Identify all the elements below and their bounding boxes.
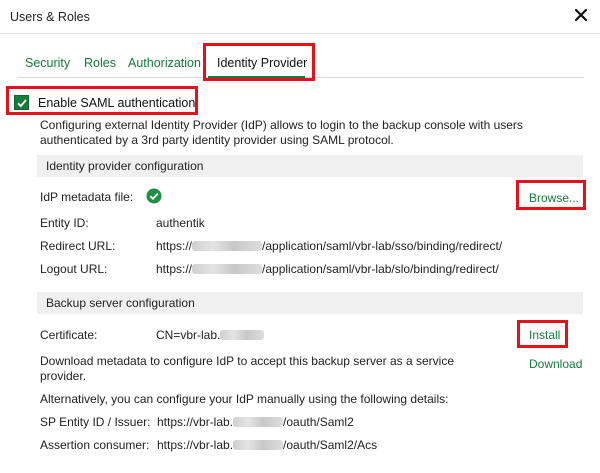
active-tab-indicator [208,76,305,78]
saml-description: Configuring external Identity Provider (… [40,118,523,147]
certificate-label: Certificate: [40,328,98,342]
checkmark-icon [17,99,27,108]
tab-authorization[interactable]: Authorization [128,56,201,70]
tab-identity-provider[interactable]: Identity Provider [217,56,307,70]
redirect-url-label: Redirect URL: [40,239,116,253]
browse-button[interactable]: Browse... [529,191,579,205]
tab-roles[interactable]: Roles [84,56,116,70]
check-circle-icon [146,188,162,204]
download-description: Download metadata to configure IdP to ac… [40,354,455,383]
redirect-url-value: https:///application/saml/vbr-lab/sso/bi… [156,239,503,253]
tab-security[interactable]: Security [25,56,70,70]
sp-entity-label: SP Entity ID / Issuer: [40,415,151,429]
idp-section-title: Identity provider configuration [46,159,204,173]
title-bar: Users & Roles [0,0,600,34]
redacted-host [192,264,263,274]
idp-metadata-label: IdP metadata file: [40,190,134,204]
idp-section-header: Identity provider configuration [37,155,583,177]
entity-id-label: Entity ID: [40,216,89,230]
certificate-value: CN=vbr-lab. [156,328,265,342]
download-button[interactable]: Download [529,357,582,371]
assertion-consumer-value: https://vbr-lab./oauth/Saml2/Acs [157,438,378,452]
window-title: Users & Roles [10,10,90,24]
sp-entity-value: https://vbr-lab./oauth/Saml2 [157,415,354,429]
redacted-domain [233,417,284,427]
logout-url-value: https:///application/saml/vbr-lab/slo/bi… [156,262,499,276]
redacted-host [192,241,263,251]
manual-config-text: Alternatively, you can configure your Id… [40,392,449,406]
install-button[interactable]: Install [529,328,560,342]
close-icon[interactable] [573,7,589,23]
backup-section-title: Backup server configuration [46,296,195,310]
logout-url-label: Logout URL: [40,262,108,276]
backup-section-header: Backup server configuration [37,292,583,314]
enable-saml-label: Enable SAML authentication [38,96,196,110]
enable-saml-checkbox[interactable] [14,95,29,110]
redacted-domain [233,440,284,450]
tab-bar: Security Roles Authorization Identity Pr… [18,44,584,78]
entity-id-value: authentik [156,216,205,230]
redacted-domain [220,330,265,340]
assertion-consumer-label: Assertion consumer: [40,438,150,452]
